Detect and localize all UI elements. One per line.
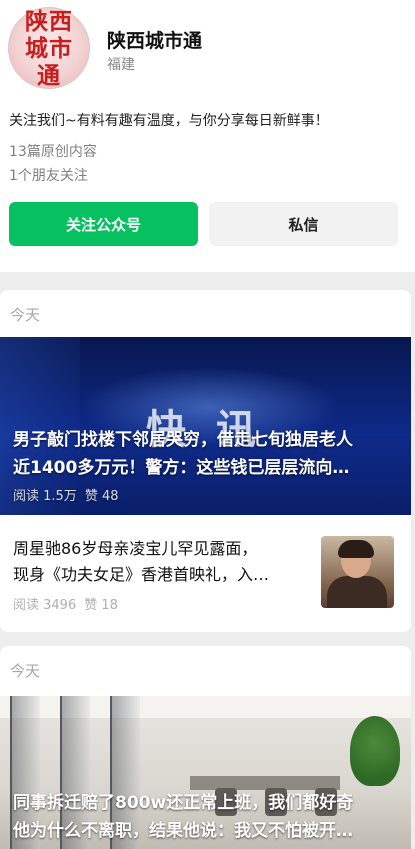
thumbnail-hair (338, 540, 374, 558)
lead-title-line2: 近1400多万元！警方：这些钱已层层流向… (13, 458, 350, 478)
account-bio: 关注我们~有料有趣有温度，与你分享每日新鲜事！ (9, 113, 329, 129)
date-label: 今天 (10, 306, 41, 324)
lead-reads: 阅读 1.5万 (13, 489, 77, 504)
office-plant (350, 716, 400, 786)
account-region: 福建 (107, 57, 135, 73)
lead-likes: 赞 48 (84, 489, 119, 504)
feed-day-card: 今天 快讯 男子敲门找楼下邻居哭穷，借走七旬独居老人 近1400多万元！警方：这… (0, 290, 411, 632)
avatar-logo-text: 陕西城市通 (25, 7, 73, 89)
friends-following[interactable]: 1个朋友关注 (9, 165, 88, 185)
article-thumbnail[interactable] (321, 536, 394, 608)
original-count[interactable]: 13篇原创内容 (9, 141, 97, 161)
date-label: 今天 (10, 662, 41, 680)
lead-title-line1: 同事拆迁赔了800w还正常上班，我们都好奇 (13, 793, 354, 813)
article-meta: 阅读 3496 赞 18 (13, 594, 126, 613)
account-avatar[interactable]: 陕西城市通 (8, 7, 90, 89)
thumbnail-body (327, 576, 387, 608)
account-name: 陕西城市通 (107, 30, 203, 52)
lead-article[interactable]: 同事拆迁赔了800w还正常上班，我们都好奇 他为什么不离职，结果他说：我又不怕被… (0, 696, 411, 849)
article-title: 周星驰86岁母亲凌宝儿罕见露面， 现身《功夫女足》香港首映礼，入… (13, 536, 308, 588)
article-likes: 赞 18 (84, 598, 118, 613)
article-title-line1: 周星驰86岁母亲凌宝儿罕见露面， (13, 539, 258, 558)
message-button[interactable]: 私信 (209, 202, 398, 246)
account-header: 陕西城市通 陕西城市通 福建 关注我们~有料有趣有温度，与你分享每日新鲜事！ 1… (0, 0, 415, 272)
feed-day-card: 今天 同事拆迁赔了800w还正常上班，我们都好奇 他为什么不离职，结果他说：我又… (0, 646, 411, 849)
lead-meta: 阅读 1.5万赞 48 (13, 485, 127, 504)
article-reads: 阅读 3496 (13, 598, 77, 613)
lead-article[interactable]: 快讯 男子敲门找楼下邻居哭穷，借走七旬独居老人 近1400多万元！警方：这些钱已… (0, 337, 411, 515)
lead-title-line1: 男子敲门找楼下邻居哭穷，借走七旬独居老人 (13, 430, 353, 450)
article-title-line2: 现身《功夫女足》香港首映礼，入… (13, 565, 270, 584)
follow-button[interactable]: 关注公众号 (9, 202, 198, 246)
lead-title-line2: 他为什么不离职，结果他说：我又不怕被开… (13, 821, 353, 841)
